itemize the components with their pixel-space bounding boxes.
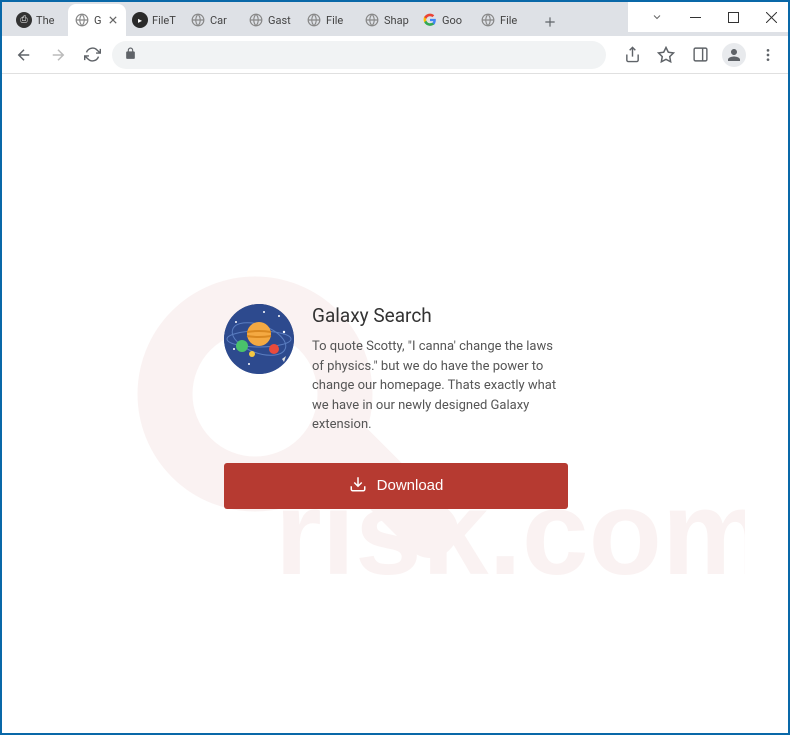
tab-1[interactable]: G bbox=[68, 4, 126, 36]
page-description: To quote Scotty, "I canna' change the la… bbox=[312, 337, 568, 435]
globe-icon bbox=[248, 12, 264, 28]
tab-5[interactable]: File bbox=[300, 4, 358, 36]
promo-card: Galaxy Search To quote Scotty, "I canna'… bbox=[224, 304, 568, 509]
tab-4[interactable]: Gast bbox=[242, 4, 300, 36]
maximize-button[interactable] bbox=[724, 8, 742, 26]
download-icon bbox=[349, 475, 367, 497]
page-content: risk.com bbox=[2, 74, 788, 733]
download-label: Download bbox=[377, 477, 444, 494]
close-icon[interactable] bbox=[106, 13, 120, 27]
tab-title: Gast bbox=[268, 14, 294, 27]
tab-title: File bbox=[500, 14, 526, 27]
minimize-button[interactable] bbox=[686, 8, 704, 26]
tab-title: FileT bbox=[152, 14, 178, 27]
globe-icon bbox=[480, 12, 496, 28]
tab-title: G bbox=[94, 14, 102, 27]
tab-2[interactable]: ▸ FileT bbox=[126, 4, 184, 36]
sidepanel-icon[interactable] bbox=[688, 43, 712, 67]
tab-0[interactable]: ⎙ The bbox=[10, 4, 68, 36]
globe-icon bbox=[306, 12, 322, 28]
bookmark-icon[interactable] bbox=[654, 43, 678, 67]
google-icon bbox=[422, 12, 438, 28]
page-title: Galaxy Search bbox=[312, 304, 568, 327]
forward-button[interactable] bbox=[44, 41, 72, 69]
tab-title: File bbox=[326, 14, 352, 27]
back-button[interactable] bbox=[10, 41, 38, 69]
download-button[interactable]: Download bbox=[224, 463, 568, 509]
globe-icon bbox=[74, 12, 90, 28]
tab-title: Car bbox=[210, 14, 236, 27]
tab-title: Goo bbox=[442, 14, 468, 27]
new-tab-button[interactable] bbox=[536, 8, 564, 36]
window-titlebar bbox=[628, 2, 788, 32]
share-icon[interactable] bbox=[620, 43, 644, 67]
globe-icon bbox=[364, 12, 380, 28]
filetype-icon: ▸ bbox=[132, 12, 148, 28]
close-button[interactable] bbox=[762, 8, 780, 26]
tab-3[interactable]: Car bbox=[184, 4, 242, 36]
galaxy-icon bbox=[224, 304, 294, 374]
tab-7[interactable]: Goo bbox=[416, 4, 474, 36]
profile-avatar[interactable] bbox=[722, 43, 746, 67]
lock-icon bbox=[124, 45, 137, 64]
browser-toolbar bbox=[2, 36, 788, 74]
globe-icon bbox=[190, 12, 206, 28]
tab-title: Shap bbox=[384, 14, 410, 27]
menu-icon[interactable] bbox=[756, 43, 780, 67]
printer-icon: ⎙ bbox=[16, 12, 32, 28]
tab-6[interactable]: Shap bbox=[358, 4, 416, 36]
address-bar[interactable] bbox=[112, 41, 606, 69]
tab-8[interactable]: File bbox=[474, 4, 532, 36]
reload-button[interactable] bbox=[78, 41, 106, 69]
tab-title: The bbox=[36, 14, 62, 27]
chevron-down-icon[interactable] bbox=[648, 8, 666, 26]
toolbar-actions bbox=[612, 43, 780, 67]
browser-window: ⎙ The G ▸ FileT Car Gast bbox=[2, 2, 788, 733]
